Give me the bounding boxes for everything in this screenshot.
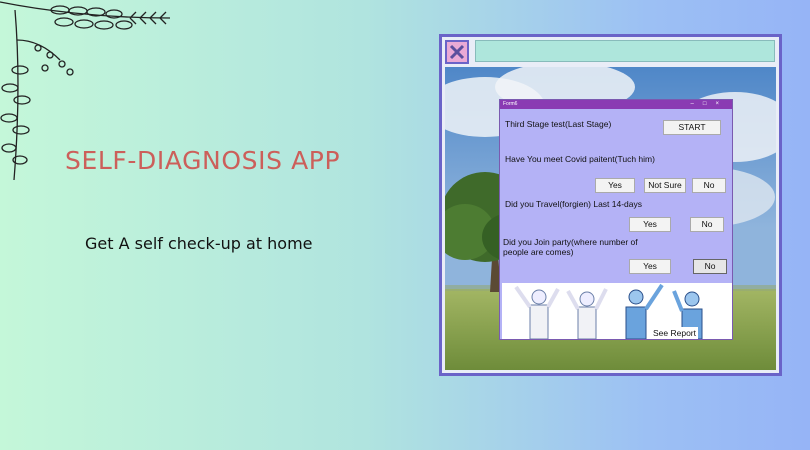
q1-no-button[interactable]: No: [692, 178, 726, 193]
start-button[interactable]: START: [663, 120, 721, 135]
healthcare-workers-illustration: See Report: [502, 283, 732, 339]
slide-title: SELF-DIAGNOSIS APP: [65, 146, 341, 175]
app-window: Form6 –□× Third Stage test(Last Stage) S…: [499, 99, 733, 340]
q3-yes-button[interactable]: Yes: [629, 259, 671, 274]
q1-not-sure-button[interactable]: Not Sure: [644, 178, 686, 193]
slide-subtitle: Get A self check-up at home: [85, 234, 313, 253]
question-1: Have You meet Covid paitent(Tuch him): [505, 154, 655, 164]
q2-no-button[interactable]: No: [690, 217, 724, 232]
close-x-icon[interactable]: [445, 40, 469, 64]
q2-yes-button[interactable]: Yes: [629, 217, 671, 232]
frame-title-bar: [475, 40, 775, 62]
background-photo: Form6 –□× Third Stage test(Last Stage) S…: [445, 67, 776, 370]
question-2: Did you Travel(forgien) Last 14-days: [505, 199, 643, 209]
window-title: Form6: [503, 101, 518, 107]
stage-label: Third Stage test(Last Stage): [505, 119, 612, 129]
app-screenshot-frame: Form6 –□× Third Stage test(Last Stage) S…: [439, 34, 782, 376]
question-3: Did you Join party(where number of peopl…: [503, 237, 638, 257]
window-title-bar: Form6 –□×: [500, 100, 732, 109]
window-controls[interactable]: –□×: [691, 100, 728, 109]
q3-no-button[interactable]: No: [693, 259, 727, 274]
q1-yes-button[interactable]: Yes: [595, 178, 635, 193]
see-report-button[interactable]: See Report: [651, 327, 698, 339]
